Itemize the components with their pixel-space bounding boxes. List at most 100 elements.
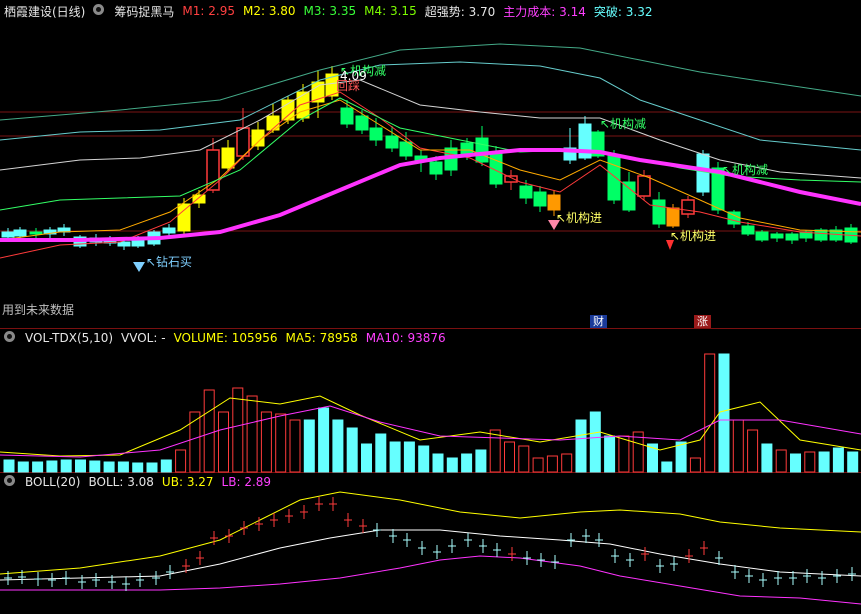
volume-bar xyxy=(604,435,616,473)
volume-bar xyxy=(246,395,258,473)
candle-body xyxy=(533,191,547,207)
volume-bar xyxy=(60,459,72,473)
volume-bar xyxy=(832,447,844,473)
candle-body xyxy=(755,231,769,241)
volume-bar xyxy=(446,457,458,473)
diamond-buy-icon xyxy=(133,262,145,272)
volume-bar xyxy=(260,411,272,473)
inst-reduce-label-2: ↖机构减 xyxy=(600,116,646,131)
volume-bar xyxy=(504,441,515,473)
candle-body xyxy=(369,127,383,141)
candle-body xyxy=(117,241,131,247)
volume-bar xyxy=(546,455,558,473)
volume-bar xyxy=(332,419,344,473)
candle-body xyxy=(1,231,15,238)
candle-body xyxy=(29,231,43,235)
red-arrow-icon xyxy=(666,240,674,250)
candle-body xyxy=(429,161,443,175)
candle-body xyxy=(652,199,666,225)
candle-body xyxy=(13,229,27,237)
volume-bar xyxy=(3,459,15,473)
candle-body xyxy=(296,91,310,119)
peak-price-label: 4.09 xyxy=(340,69,367,83)
volume-bar xyxy=(160,459,172,473)
candle-body xyxy=(385,135,399,149)
volume-bar xyxy=(489,429,501,473)
candle-body xyxy=(770,233,784,239)
volume-bar xyxy=(232,387,244,473)
candle-body xyxy=(177,203,191,232)
volume-bar xyxy=(418,445,430,473)
volume-bar xyxy=(318,407,330,473)
inst-enter-label-1: ↖机构进 xyxy=(556,210,602,225)
volume-bar xyxy=(847,451,859,473)
volume-bar xyxy=(32,461,44,473)
volume-bar xyxy=(732,419,744,473)
volume-bar xyxy=(818,451,830,473)
vol-ma10-line xyxy=(0,405,861,458)
volume-bar xyxy=(375,433,387,473)
candle-body xyxy=(504,175,518,183)
candle-body xyxy=(340,107,354,125)
volume-bar xyxy=(275,413,287,473)
candle-body xyxy=(637,175,651,197)
candle-body xyxy=(666,207,680,227)
volume-bar xyxy=(532,457,544,473)
volume-bar xyxy=(775,449,787,473)
diamond-buy-label: ↖钻石买 xyxy=(146,254,192,269)
volume-bar xyxy=(146,462,158,473)
volume-bar xyxy=(804,451,816,473)
volume-bar xyxy=(289,419,301,473)
volume-bar xyxy=(575,419,587,473)
volume-bar xyxy=(689,457,701,473)
inst-reduce-label-3: ↖机构减 xyxy=(722,162,768,177)
volume-bar xyxy=(103,461,115,473)
volume-bar xyxy=(117,461,129,473)
candle-body xyxy=(785,233,799,241)
volume-bar xyxy=(518,445,530,473)
volume-bar xyxy=(761,443,773,473)
vol-ma5-line xyxy=(0,395,861,457)
volume-bar xyxy=(132,462,144,473)
volume-bar xyxy=(747,429,759,473)
volume-bar xyxy=(361,443,372,473)
volume-bar xyxy=(89,460,101,473)
volume-bar xyxy=(203,389,215,473)
inst-enter-label-2: ↖机构进 xyxy=(670,228,716,243)
ma-line-green xyxy=(0,97,861,211)
candle-body xyxy=(814,229,828,241)
volume-bar xyxy=(389,441,401,473)
volume-bar xyxy=(704,353,716,473)
volume-bar xyxy=(475,449,487,473)
candle-body xyxy=(681,199,695,215)
volume-bar xyxy=(75,459,86,473)
candle-body xyxy=(221,147,235,169)
candle-body xyxy=(162,227,176,234)
volume-bar xyxy=(790,453,801,473)
volume-bar xyxy=(718,353,730,473)
volume-bar xyxy=(561,453,573,473)
volume-bar xyxy=(17,461,29,473)
volume-bar xyxy=(461,453,473,473)
volume-bar xyxy=(46,460,58,473)
ma-line-teal xyxy=(0,43,861,121)
volume-bar xyxy=(618,435,630,473)
volume-bar xyxy=(675,441,687,473)
candle-body xyxy=(355,115,369,131)
candle-body xyxy=(519,185,533,199)
volume-bar xyxy=(175,449,187,473)
boll-lb-line xyxy=(0,555,861,605)
stock-chart-canvas[interactable]: ↖钻石买↖机构减↖机构减↖机构减↖机构进↖机构进回踩4.09 xyxy=(0,0,861,614)
volume-bar xyxy=(303,419,315,473)
candle-body xyxy=(741,225,755,235)
volume-bar xyxy=(632,431,644,473)
candle-body xyxy=(622,181,636,211)
volume-bar xyxy=(218,411,229,473)
volume-bar xyxy=(346,427,358,473)
volume-bar xyxy=(403,441,415,473)
candle-body xyxy=(696,153,710,193)
candle-body xyxy=(607,155,621,201)
volume-bar xyxy=(589,411,601,473)
candle-body xyxy=(547,194,561,211)
candle-body xyxy=(475,137,489,163)
